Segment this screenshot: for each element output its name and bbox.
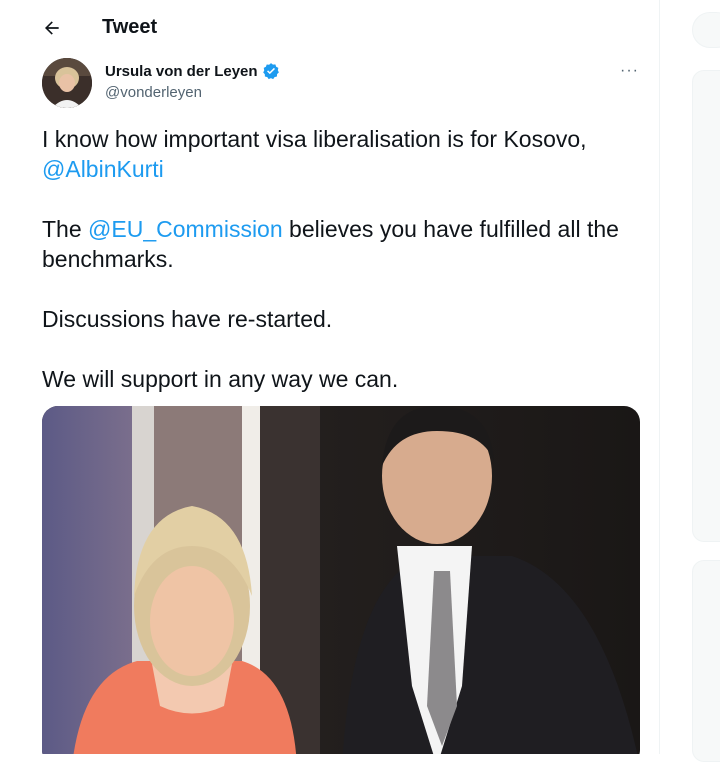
arrow-left-icon xyxy=(45,21,59,35)
author-handle[interactable]: @vonderleyen xyxy=(105,84,202,101)
tweet-media-photo[interactable] xyxy=(42,406,640,754)
tweet-column: Tweet Ursula von der Leyen @vonderleyen … xyxy=(0,0,660,754)
tweet-header: Tweet xyxy=(0,0,659,56)
tweet-paragraph-1: I know how important visa liberalisation… xyxy=(42,124,642,184)
more-options-button[interactable]: ··· xyxy=(620,62,639,80)
tweet-paragraph-4: We will support in any way we can. xyxy=(42,366,399,392)
back-button[interactable] xyxy=(36,12,68,44)
avatar[interactable] xyxy=(42,58,92,108)
author-name-label: Ursula von der Leyen xyxy=(105,62,258,80)
sidebar-panel-secondary xyxy=(692,560,720,762)
verified-badge-icon xyxy=(262,63,279,80)
more-horizontal-icon: ··· xyxy=(620,62,639,79)
page-title: Tweet xyxy=(102,16,158,38)
mention-eu-commission-link[interactable]: @EU_Commission xyxy=(88,216,283,242)
tweet-text-line-1: I know how important visa liberalisation… xyxy=(42,126,587,152)
sidebar-panel xyxy=(692,70,720,542)
right-sidebar xyxy=(660,0,720,762)
tweet-paragraph-2: The @EU_Commission believes you have ful… xyxy=(42,214,642,274)
mention-albinkurti-link[interactable]: @AlbinKurti xyxy=(42,156,164,182)
search-box[interactable] xyxy=(692,12,720,48)
author-name[interactable]: Ursula von der Leyen xyxy=(105,62,280,80)
tweet-text: I know how important visa liberalisation… xyxy=(42,124,642,424)
tweet-paragraph-3: Discussions have re-started. xyxy=(42,306,333,332)
tweet-text-line-2-prefix: The xyxy=(42,216,89,242)
